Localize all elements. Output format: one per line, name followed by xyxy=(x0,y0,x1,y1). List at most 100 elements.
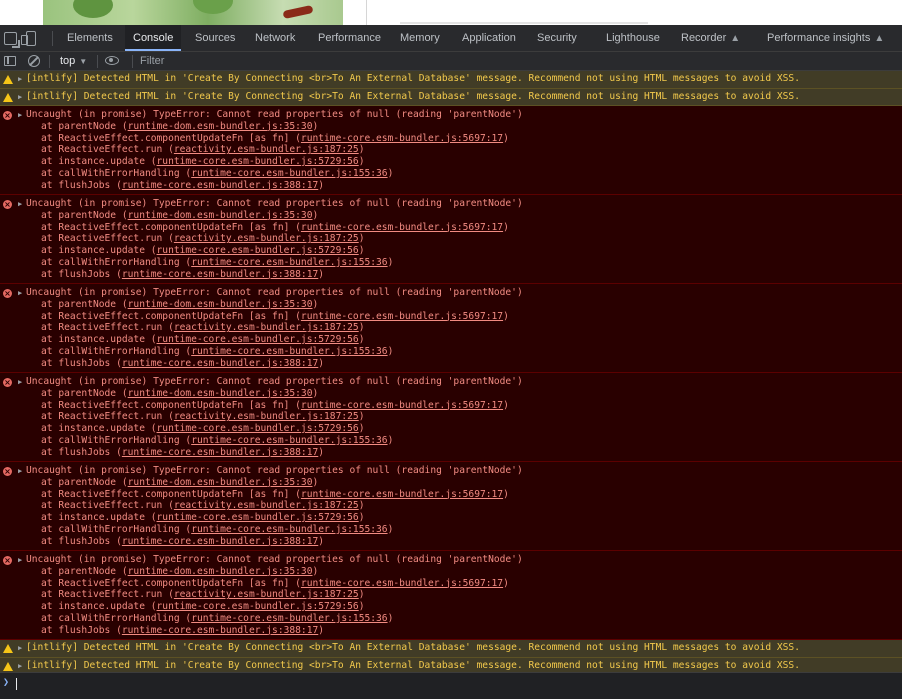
context-selector[interactable]: top ▼ xyxy=(60,54,87,69)
console-error-row[interactable]: × ▶ Uncaught (in promise) TypeError: Canno… xyxy=(0,373,902,463)
inspect-element-icon[interactable] xyxy=(4,32,20,48)
tab-memory[interactable]: Memory xyxy=(400,25,440,51)
expand-triangle-icon[interactable]: ▶ xyxy=(18,378,22,386)
filter-input[interactable] xyxy=(138,53,892,69)
stack-frame-suffix: ) xyxy=(318,179,325,191)
stack-frame-suffix: ) xyxy=(387,523,394,535)
stack-trace: at parentNode (runtime-dom.esm-bundler.j… xyxy=(41,477,509,548)
tab-elements[interactable]: Elements xyxy=(67,25,113,51)
source-link[interactable]: runtime-core.esm-bundler.js:5729:56 xyxy=(157,423,359,434)
expand-triangle-icon[interactable]: ▶ xyxy=(18,556,22,564)
tab-recorder[interactable]: Recorder ▲ xyxy=(681,25,740,51)
source-link[interactable]: runtime-core.esm-bundler.js:155:36 xyxy=(191,257,387,268)
tab-lighthouse[interactable]: Lighthouse xyxy=(606,25,660,51)
source-link[interactable]: runtime-dom.esm-bundler.js:35:30 xyxy=(128,210,313,221)
source-link[interactable]: runtime-core.esm-bundler.js:5697:17 xyxy=(301,400,503,411)
tab-network[interactable]: Network xyxy=(255,25,295,51)
devtools-toolbar: Elements Console Sources Network Perform… xyxy=(0,25,902,52)
stack-frame-prefix: at callWithErrorHandling ( xyxy=(41,256,192,268)
source-link[interactable]: reactivity.esm-bundler.js:187:25 xyxy=(174,233,359,244)
stack-frame-prefix: at callWithErrorHandling ( xyxy=(41,523,192,535)
console-error-row[interactable]: × ▶ Uncaught (in promise) TypeError: Canno… xyxy=(0,462,902,552)
source-link[interactable]: runtime-core.esm-bundler.js:5697:17 xyxy=(301,311,503,322)
tab-console[interactable]: Console xyxy=(125,25,182,51)
source-link[interactable]: runtime-core.esm-bundler.js:155:36 xyxy=(191,613,387,624)
page-image xyxy=(43,0,343,25)
source-link[interactable]: runtime-core.esm-bundler.js:388:17 xyxy=(122,269,318,280)
source-link[interactable]: runtime-core.esm-bundler.js:5729:56 xyxy=(157,334,359,345)
stack-frame-suffix: ) xyxy=(312,565,319,577)
stack-frame: at flushJobs (runtime-core.esm-bundler.j… xyxy=(41,536,509,548)
source-link[interactable]: runtime-core.esm-bundler.js:5697:17 xyxy=(301,133,503,144)
tab-performance-insights[interactable]: Performance insights ▲ xyxy=(767,25,884,51)
stack-frame-prefix: at ReactiveEffect.componentUpdateFn [as … xyxy=(41,399,301,411)
source-link[interactable]: runtime-core.esm-bundler.js:388:17 xyxy=(122,625,318,636)
tab-application[interactable]: Application xyxy=(462,25,516,51)
console-warning-row[interactable]: ▶ [intlify] Detected HTML in 'Create By C… xyxy=(0,88,902,107)
console-prompt[interactable]: ❯ xyxy=(0,672,902,699)
source-link[interactable]: reactivity.esm-bundler.js:187:25 xyxy=(174,144,359,155)
source-link[interactable]: runtime-core.esm-bundler.js:388:17 xyxy=(122,536,318,547)
expand-triangle-icon[interactable]: ▶ xyxy=(18,467,22,475)
source-link[interactable]: runtime-core.esm-bundler.js:5729:56 xyxy=(157,601,359,612)
experiment-icon: ▲ xyxy=(874,33,885,44)
expand-triangle-icon[interactable]: ▶ xyxy=(18,111,22,119)
source-link[interactable]: runtime-core.esm-bundler.js:155:36 xyxy=(191,524,387,535)
source-link[interactable]: runtime-dom.esm-bundler.js:35:30 xyxy=(128,388,313,399)
source-link[interactable]: runtime-core.esm-bundler.js:155:36 xyxy=(191,168,387,179)
source-link[interactable]: runtime-core.esm-bundler.js:5697:17 xyxy=(301,578,503,589)
prompt-chevron-icon: ❯ xyxy=(3,677,10,688)
expand-triangle-icon[interactable]: ▶ xyxy=(18,640,22,656)
warning-message: [intlify] Detected HTML in 'Create By Co… xyxy=(26,73,800,84)
source-link[interactable]: runtime-core.esm-bundler.js:388:17 xyxy=(122,358,318,369)
stack-frame-prefix: at callWithErrorHandling ( xyxy=(41,167,192,179)
source-link[interactable]: runtime-core.esm-bundler.js:5697:17 xyxy=(301,489,503,500)
device-toolbar-icon[interactable] xyxy=(21,31,36,46)
stack-frame-suffix: ) xyxy=(312,298,319,310)
source-link[interactable]: reactivity.esm-bundler.js:187:25 xyxy=(174,500,359,511)
source-link[interactable]: runtime-core.esm-bundler.js:5729:56 xyxy=(157,512,359,523)
source-link[interactable]: runtime-core.esm-bundler.js:5729:56 xyxy=(157,156,359,167)
console-error-row[interactable]: × ▶ Uncaught (in promise) TypeError: Canno… xyxy=(0,195,902,285)
console-error-row[interactable]: × ▶ Uncaught (in promise) TypeError: Canno… xyxy=(0,284,902,374)
live-expression-icon[interactable] xyxy=(105,56,119,65)
source-link[interactable]: reactivity.esm-bundler.js:187:25 xyxy=(174,322,359,333)
expand-triangle-icon[interactable]: ▶ xyxy=(18,200,22,208)
expand-triangle-icon[interactable]: ▶ xyxy=(18,289,22,297)
source-link[interactable]: runtime-core.esm-bundler.js:5729:56 xyxy=(157,245,359,256)
stack-frame-prefix: at parentNode ( xyxy=(41,120,128,132)
console-warning-row[interactable]: ▶ [intlify] Detected HTML in 'Create By C… xyxy=(0,640,902,659)
source-link[interactable]: runtime-dom.esm-bundler.js:35:30 xyxy=(128,477,313,488)
stack-frame-suffix: ) xyxy=(318,446,325,458)
stack-frame-suffix: ) xyxy=(358,423,365,435)
console-error-row[interactable]: × ▶ Uncaught (in promise) TypeError: Canno… xyxy=(0,551,902,641)
source-link[interactable]: reactivity.esm-bundler.js:187:25 xyxy=(174,589,359,600)
source-link[interactable]: reactivity.esm-bundler.js:187:25 xyxy=(174,411,359,422)
tab-performance[interactable]: Performance xyxy=(318,25,381,51)
source-link[interactable]: runtime-dom.esm-bundler.js:35:30 xyxy=(128,299,313,310)
stack-frame-prefix: at parentNode ( xyxy=(41,209,128,221)
source-link[interactable]: runtime-dom.esm-bundler.js:35:30 xyxy=(128,121,313,132)
source-link[interactable]: runtime-core.esm-bundler.js:388:17 xyxy=(122,180,318,191)
console-sidebar-icon[interactable] xyxy=(4,56,16,66)
console-error-row[interactable]: × ▶ Uncaught (in promise) TypeError: Canno… xyxy=(0,106,902,196)
console-warning-row[interactable]: ▶ [intlify] Detected HTML in 'Create By C… xyxy=(0,71,902,89)
tab-security[interactable]: Security xyxy=(537,25,577,51)
stack-frame-suffix: ) xyxy=(312,387,319,399)
source-link[interactable]: runtime-dom.esm-bundler.js:35:30 xyxy=(128,566,313,577)
stack-frame-prefix: at callWithErrorHandling ( xyxy=(41,345,192,357)
tab-sources[interactable]: Sources xyxy=(195,25,235,51)
stack-frame: at instance.update (runtime-core.esm-bun… xyxy=(41,334,509,346)
expand-triangle-icon[interactable]: ▶ xyxy=(18,71,22,87)
source-link[interactable]: runtime-core.esm-bundler.js:388:17 xyxy=(122,447,318,458)
clear-console-icon[interactable] xyxy=(28,55,40,67)
stack-frame-suffix: ) xyxy=(358,322,365,334)
source-link[interactable]: runtime-core.esm-bundler.js:155:36 xyxy=(191,435,387,446)
stack-frame: at parentNode (runtime-dom.esm-bundler.j… xyxy=(41,210,509,222)
source-link[interactable]: runtime-core.esm-bundler.js:5697:17 xyxy=(301,222,503,233)
expand-triangle-icon[interactable]: ▶ xyxy=(18,89,22,105)
expand-triangle-icon[interactable]: ▶ xyxy=(18,658,22,672)
source-link[interactable]: runtime-core.esm-bundler.js:155:36 xyxy=(191,346,387,357)
leaf-shape xyxy=(73,0,113,18)
console-warning-row[interactable]: ▶ [intlify] Detected HTML in 'Create By C… xyxy=(0,658,902,672)
